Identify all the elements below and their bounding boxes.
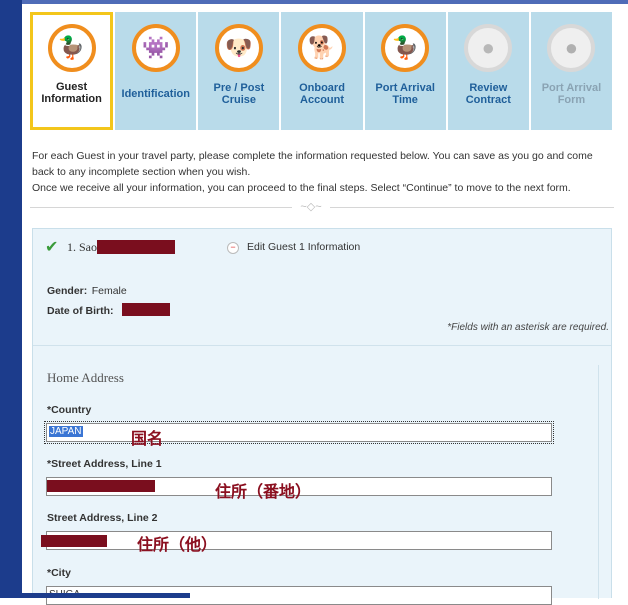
guest-name: 1. Sao — [67, 240, 175, 255]
intro-text: For each Guest in your travel party, ple… — [32, 148, 616, 196]
annotation-country: 国名 — [131, 429, 164, 448]
edit-guest-link[interactable]: − Edit Guest 1 Information — [227, 241, 360, 254]
intro-line: For each Guest in your travel party, ple… — [32, 150, 593, 162]
redaction-bar — [121, 303, 170, 316]
annotation-street2: 住所（他） — [137, 535, 218, 554]
minus-circle-icon: − — [227, 242, 239, 254]
step-review-contract[interactable]: ● Review Contract — [447, 12, 529, 130]
step-label: Port Arrival Time — [375, 82, 435, 106]
redaction-bar — [47, 480, 155, 492]
locked-character-icon: ● — [547, 24, 596, 72]
daisy-duck-icon: 🦆 — [381, 24, 430, 72]
step-identification[interactable]: 👾 Identification — [115, 12, 197, 130]
donald-duck-icon: 🦆 — [47, 24, 96, 72]
step-label: Identification — [121, 88, 190, 100]
step-guest-information[interactable]: 🦆 Guest Information — [30, 12, 114, 130]
country-input[interactable]: JAPAN — [44, 421, 554, 444]
annotation-street1: 住所（番地） — [215, 482, 312, 501]
stitch-icon: 👾 — [131, 24, 180, 72]
redaction-bar — [41, 535, 107, 547]
step-label: Onboard Account — [299, 82, 345, 106]
dob-info: Date of Birth: — [47, 301, 170, 319]
country-label: *Country — [47, 404, 92, 416]
step-label: Guest Information — [41, 81, 102, 105]
guest-panel: ✔ 1. Sao − Edit Guest 1 Information Gend… — [32, 228, 612, 605]
window-edge-bottom — [0, 593, 190, 598]
city-label: *City — [47, 567, 71, 579]
step-port-arrival-time[interactable]: 🦆 Port Arrival Time — [364, 12, 446, 130]
step-label: Port Arrival Form — [541, 82, 602, 106]
step-label: Pre / Post Cruise — [213, 82, 265, 106]
street2-label: Street Address, Line 2 — [47, 512, 158, 524]
locked-character-icon: ● — [464, 24, 513, 72]
street2-input[interactable] — [46, 531, 552, 550]
street1-label: *Street Address, Line 1 — [47, 458, 162, 470]
step-label: Review Contract — [465, 82, 511, 106]
step-onboard-account[interactable]: 🐕 Onboard Account — [281, 12, 363, 130]
progress-steps: 🦆 Guest Information 👾 Identification 🐶 Pr… — [30, 12, 613, 130]
checkmark-icon: ✔ — [45, 239, 59, 256]
section-title: Home Address — [47, 370, 124, 385]
required-note: *Fields with an asterisk are required. — [447, 322, 609, 333]
separator — [598, 365, 599, 599]
redaction-bar — [97, 240, 175, 254]
separator — [33, 345, 611, 346]
goofy-icon: 🐕 — [298, 24, 347, 72]
intro-line: back to any incomplete section when you … — [32, 166, 251, 178]
intro-line: Once we receive all your information, yo… — [32, 182, 571, 194]
guest-header: ✔ 1. Sao − Edit Guest 1 Information — [45, 237, 605, 261]
step-port-arrival-form: ● Port Arrival Form — [530, 12, 613, 130]
gender-info: Gender: Female — [47, 285, 127, 297]
window-edge-left — [0, 0, 22, 598]
step-pre-post-cruise[interactable]: 🐶 Pre / Post Cruise — [198, 12, 280, 130]
window-edge-top — [22, 0, 628, 4]
ornament-icon: ~◇~ — [292, 201, 330, 213]
pluto-icon: 🐶 — [214, 24, 263, 72]
